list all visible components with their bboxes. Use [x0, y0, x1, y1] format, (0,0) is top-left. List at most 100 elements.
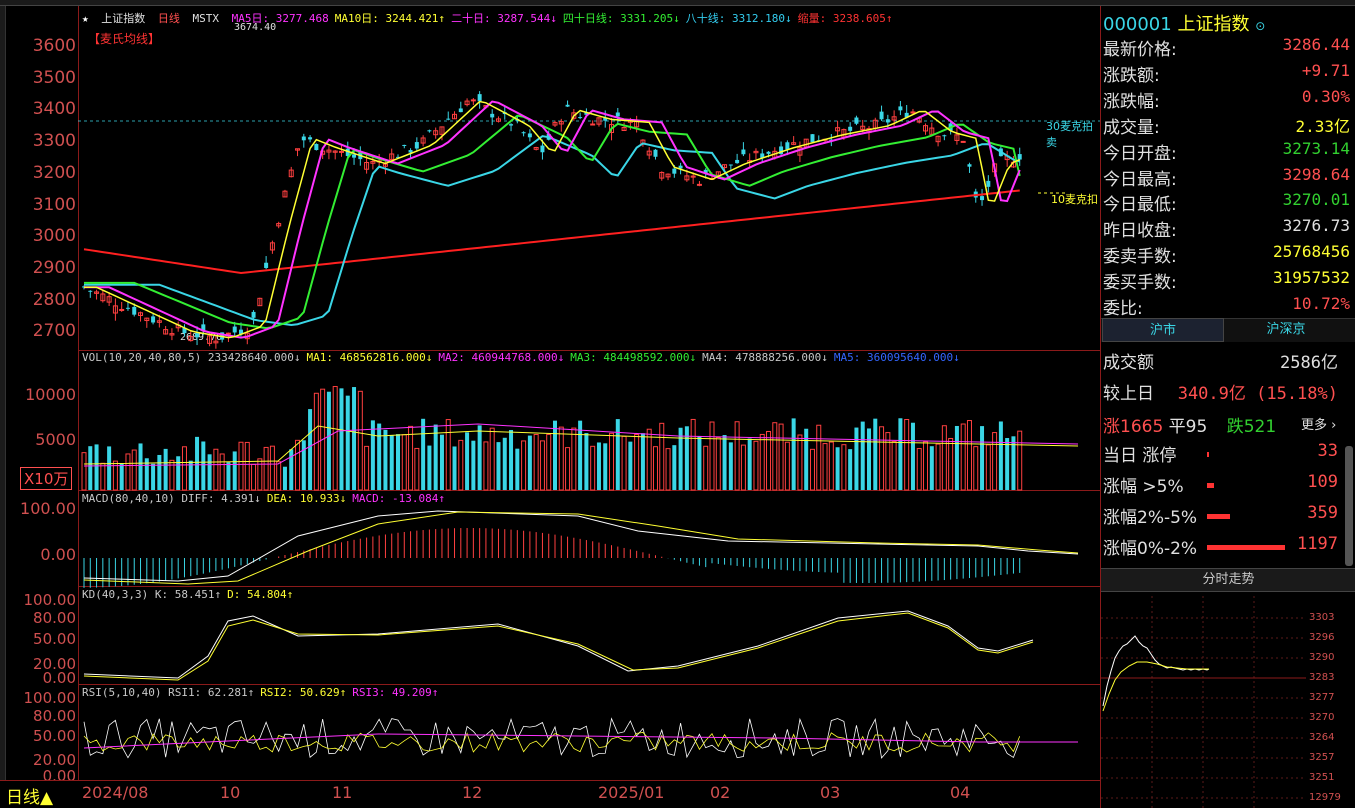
- down-count: 跌521: [1226, 417, 1277, 437]
- price-axis-tick: 3400: [32, 99, 76, 120]
- kd-axis-tick: 80.00: [33, 609, 76, 627]
- volume-axis-tick: 10000: [25, 385, 76, 404]
- breadth-label: 当日 涨停: [1103, 446, 1177, 466]
- breadth-bar: [1207, 545, 1285, 550]
- price-axis-tick: 3300: [32, 131, 76, 152]
- breadth-value: 33: [1317, 441, 1338, 461]
- breadth-value: 1197: [1297, 534, 1338, 554]
- compare-value: 340.9亿 (15.18%): [1177, 384, 1338, 404]
- quote-row: 今日最低: 3270.01: [1101, 190, 1355, 216]
- minute-axis-tick: 3257: [1309, 752, 1335, 763]
- volume-unit-label: X10万: [20, 467, 73, 490]
- turnover-value: 2586亿: [1280, 353, 1338, 373]
- quote-value: 31957532: [1272, 268, 1350, 288]
- compare-row: 较上日 340.9亿 (15.18%): [1101, 379, 1346, 405]
- minute-axis-tick: 12979: [1309, 792, 1341, 803]
- quote-row: 委买手数: 31957532: [1101, 268, 1355, 294]
- minute-axis-tick: 3303: [1309, 612, 1335, 623]
- quote-value: 3273.14: [1282, 138, 1350, 158]
- quote-label: 今日最低:: [1103, 195, 1177, 216]
- breadth-row: 涨幅2%-5% 359: [1101, 503, 1346, 529]
- stock-name: 上证指数: [1177, 14, 1250, 35]
- breadth-bar: [1207, 452, 1209, 457]
- breadth-row: 涨幅 >5% 109: [1101, 472, 1346, 498]
- period-button[interactable]: 日线▲: [6, 783, 53, 808]
- breadth-value: 109: [1307, 472, 1338, 492]
- price-axis-tick: 3500: [32, 67, 76, 88]
- price-axis-tick: 2900: [32, 257, 76, 278]
- volume-axis-tick: 5000: [35, 430, 76, 449]
- compare-label: 较上日: [1103, 384, 1154, 404]
- breadth-bar: [1207, 483, 1215, 488]
- x-axis-label: 02: [710, 783, 731, 802]
- chart-area[interactable]: ★ 上证指数 日线 MSTX MA5日: 3277.468 MA10日: 3244…: [6, 6, 1100, 785]
- quote-value: +9.71: [1301, 60, 1350, 80]
- quote-label: 最新价格:: [1103, 40, 1177, 60]
- stock-code: 000001: [1103, 14, 1172, 35]
- kd-axis-tick: 0.00: [42, 669, 76, 687]
- quote-row: 成交量: 2.33亿: [1101, 113, 1355, 139]
- breadth-label: 涨幅2%-5%: [1103, 508, 1198, 528]
- kd-axis-tick: 50.00: [33, 630, 76, 648]
- minute-axis-tick: 3277: [1309, 692, 1335, 703]
- x-axis-label: 10: [220, 783, 241, 802]
- quote-label: 成交量:: [1103, 117, 1160, 138]
- quote-value: 2.33亿: [1295, 116, 1350, 136]
- quote-row: 最新价格: 3286.44: [1101, 35, 1355, 61]
- minute-chart-title[interactable]: 分时走势: [1101, 568, 1355, 592]
- quote-label: 委卖手数:: [1103, 247, 1177, 268]
- price-axis-tick: 2700: [32, 321, 76, 342]
- breadth-label: 涨幅0%-2%: [1103, 539, 1198, 559]
- quote-row: 涨跌幅: 0.30%: [1101, 87, 1355, 113]
- macd-axis-tick: 100.00: [20, 499, 76, 518]
- x-axis-label: 04: [950, 783, 971, 802]
- rsi-axis-tick: 50.00: [33, 727, 76, 745]
- quote-value: 25768456: [1272, 242, 1350, 262]
- quote-value: 10.72%: [1292, 294, 1350, 313]
- minute-axis-tick: 3290: [1309, 652, 1335, 663]
- quote-value: 3298.64: [1282, 164, 1350, 184]
- quote-row: 涨跌额: +9.71: [1101, 61, 1355, 87]
- breadth-row: 涨幅0%-2% 1197: [1101, 534, 1346, 560]
- breadth-value: 359: [1307, 503, 1338, 523]
- x-axis-label: 2025/01: [598, 783, 665, 802]
- quote-value: 3270.01: [1282, 190, 1350, 210]
- up-count: 涨1665: [1103, 417, 1164, 437]
- breadth-scrollbar[interactable]: [1345, 446, 1353, 566]
- minute-axis-tick: 3251: [1309, 772, 1335, 783]
- rsi-axis-tick: 100.00: [23, 689, 77, 707]
- minute-axis-tick: 3270: [1309, 712, 1335, 723]
- quote-row: 委卖手数: 25768456: [1101, 242, 1355, 268]
- minute-axis-tick: 3283: [1309, 672, 1335, 683]
- macd-axis-tick: 0.00: [40, 545, 76, 564]
- more-link[interactable]: 更多 ›: [1301, 414, 1336, 433]
- breadth-row: 当日 涨停 33: [1101, 441, 1346, 467]
- minute-chart[interactable]: 3303 3296 3290 3283 3277 3270 3264 3257 3251 1297…: [1101, 596, 1355, 808]
- minute-axis-tick: 3264: [1309, 732, 1335, 743]
- price-axis-tick: 3200: [32, 162, 76, 183]
- info-icon[interactable]: ⊙: [1255, 19, 1265, 33]
- price-axis-tick: 3600: [32, 36, 76, 56]
- x-axis-label: 03: [820, 783, 841, 802]
- breadth-bar: [1207, 514, 1231, 519]
- quote-row: 今日开盘: 3273.14: [1101, 139, 1355, 165]
- x-axis-label: 12: [462, 783, 483, 802]
- quote-label: 委买手数:: [1103, 273, 1177, 294]
- turnover-row: 成交额 2586亿: [1101, 348, 1346, 374]
- breadth-label: 涨幅 >5%: [1103, 477, 1184, 497]
- quote-title: 000001 上证指数 ⊙: [1103, 10, 1265, 36]
- tab-sh[interactable]: 沪市: [1102, 318, 1224, 342]
- quote-value: 3276.73: [1282, 216, 1350, 236]
- quote-value: 3286.44: [1282, 35, 1350, 54]
- quote-label: 今日开盘:: [1103, 143, 1177, 164]
- x-axis-label: 2024/08: [82, 783, 149, 802]
- minute-axis-tick: 3296: [1309, 632, 1335, 643]
- advance-decline: 涨1665 平95 跌521: [1103, 412, 1276, 437]
- quote-value: 0.30%: [1301, 86, 1350, 106]
- tab-all[interactable]: 沪深京: [1225, 318, 1347, 342]
- quote-row: 今日最高: 3298.64: [1101, 165, 1355, 191]
- price-axis-tick: 3000: [32, 226, 76, 247]
- indicator-plot[interactable]: [78, 6, 1100, 782]
- price-axis-tick: 3100: [32, 194, 76, 215]
- kd-axis-tick: 100.00: [23, 591, 77, 609]
